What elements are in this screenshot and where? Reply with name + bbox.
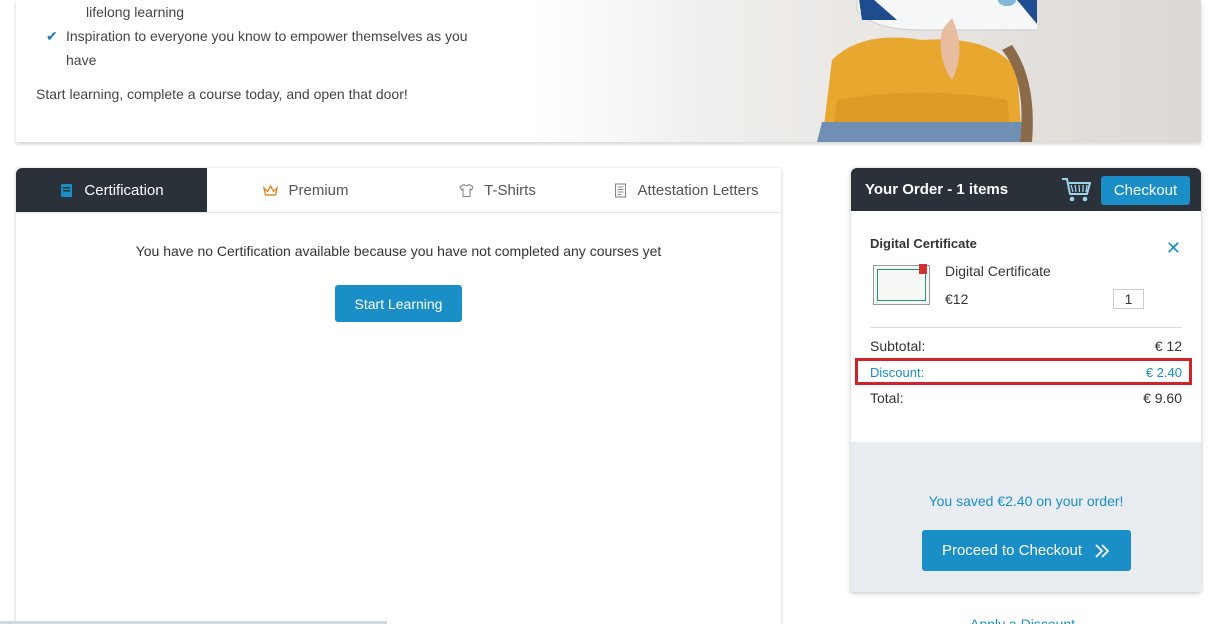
tab-premium[interactable]: Premium xyxy=(207,168,405,212)
check-icon: ✔ xyxy=(46,28,58,44)
tab-label: T-Shirts xyxy=(484,181,536,199)
benefit-item-continued: have xyxy=(36,48,506,72)
hero-text: lifelong learning ✔ Inspiration to every… xyxy=(36,0,506,106)
subtotal-label: Subtotal: xyxy=(870,338,926,354)
student-holding-certificate-image xyxy=(817,0,1037,142)
tab-certification[interactable]: Certification xyxy=(16,168,207,212)
item-heading: Digital Certificate xyxy=(870,236,977,251)
discount-row: Discount: € 2.40 xyxy=(855,354,1192,385)
hero-closing-text: Start learning, complete a course today,… xyxy=(36,86,408,102)
item-name: Digital Certificate xyxy=(945,263,1051,279)
subtotal-row: Subtotal: € 12 xyxy=(870,328,1182,354)
benefit-item: ✔ Inspiration to everyone you know to em… xyxy=(36,24,506,48)
proceed-label: Proceed to Checkout xyxy=(941,542,1083,559)
empty-certification-message: You have no Certification available beca… xyxy=(135,243,662,259)
order-summary-panel: Your Order - 1 items Checkout Digital Ce… xyxy=(851,168,1201,592)
checkout-button[interactable]: Checkout xyxy=(1101,176,1190,205)
benefit-item: lifelong learning xyxy=(36,0,506,24)
tab-bar: Certification Premium T-Shirts Attestati… xyxy=(16,168,781,213)
benefit-text: have xyxy=(66,52,97,68)
double-chevron-right-icon xyxy=(1095,543,1110,558)
document-icon xyxy=(614,182,626,198)
quantity-input[interactable] xyxy=(1113,289,1144,309)
total-value: € 9.60 xyxy=(1143,390,1182,406)
apply-discount-link[interactable]: Apply a Discount xyxy=(970,616,1075,624)
tab-tshirts[interactable]: T-Shirts xyxy=(405,168,590,212)
benefit-text: lifelong learning xyxy=(86,4,185,20)
certification-panel: Certification Premium T-Shirts Attestati… xyxy=(16,168,781,624)
order-item: Digital Certificate €12 xyxy=(870,263,1182,325)
remove-item-icon[interactable]: ✕ xyxy=(1166,238,1181,259)
start-learning-button[interactable]: Start Learning xyxy=(335,285,462,322)
order-footer: You saved €2.40 on your order! Proceed t… xyxy=(851,442,1201,592)
tab-attestation-letters[interactable]: Attestation Letters xyxy=(590,168,781,212)
tab-label: Attestation Letters xyxy=(637,181,759,199)
certificate-seal xyxy=(919,264,927,274)
tab-label: Premium xyxy=(288,181,349,199)
proceed-to-checkout-button[interactable]: Proceed to Checkout xyxy=(921,530,1131,571)
crown-icon xyxy=(263,184,279,196)
order-header: Your Order - 1 items Checkout xyxy=(851,168,1201,211)
benefit-text: Inspiration to everyone you know to empo… xyxy=(66,28,468,44)
order-body: Digital Certificate ✕ Digital Certificat… xyxy=(851,211,1201,406)
certificate-icon xyxy=(61,183,73,197)
item-price: €12 xyxy=(945,291,969,307)
discount-highlight-box xyxy=(855,358,1192,385)
shopping-cart-icon xyxy=(1062,178,1091,202)
subtotal-value: € 12 xyxy=(1154,338,1182,354)
total-label: Total: xyxy=(870,390,904,406)
tshirt-icon xyxy=(459,183,474,197)
savings-message: You saved €2.40 on your order! xyxy=(928,493,1124,509)
certificate-thumbnail xyxy=(873,264,930,305)
order-title: Your Order - 1 items xyxy=(865,181,1009,198)
tab-label: Certification xyxy=(84,181,164,199)
hero-banner: lifelong learning ✔ Inspiration to every… xyxy=(16,0,1201,142)
